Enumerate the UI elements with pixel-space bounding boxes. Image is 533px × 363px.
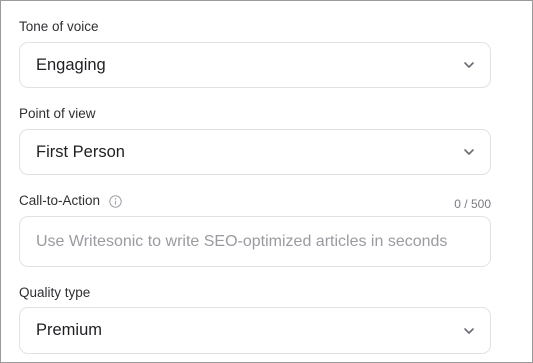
quality-type-label: Quality type (19, 285, 91, 300)
settings-panel: Tone of voice Engaging Point of view Fir… (0, 0, 533, 363)
chevron-down-icon (464, 327, 474, 334)
tone-of-voice-value: Engaging (36, 55, 106, 74)
point-of-view-select[interactable]: First Person (19, 129, 491, 175)
tone-of-voice-label: Tone of voice (19, 19, 99, 34)
point-of-view-value: First Person (36, 142, 125, 161)
info-icon[interactable] (109, 195, 122, 208)
chevron-down-icon (464, 149, 474, 155)
chevron-down-icon (464, 62, 474, 68)
character-counter: 0 / 500 (454, 197, 491, 211)
call-to-action-label: Call-to-Action (19, 193, 101, 208)
tone-of-voice-select[interactable]: Engaging (19, 42, 491, 88)
call-to-action-placeholder: Use Writesonic to write SEO-optimized ar… (36, 232, 448, 250)
quality-type-value: Premium (36, 321, 103, 339)
point-of-view-label: Point of view (19, 106, 96, 121)
call-to-action-input[interactable]: Use Writesonic to write SEO-optimized ar… (19, 216, 491, 267)
call-to-action-label-row: Call-to-Action (19, 193, 122, 209)
quality-type-select[interactable]: Premium (19, 307, 491, 354)
